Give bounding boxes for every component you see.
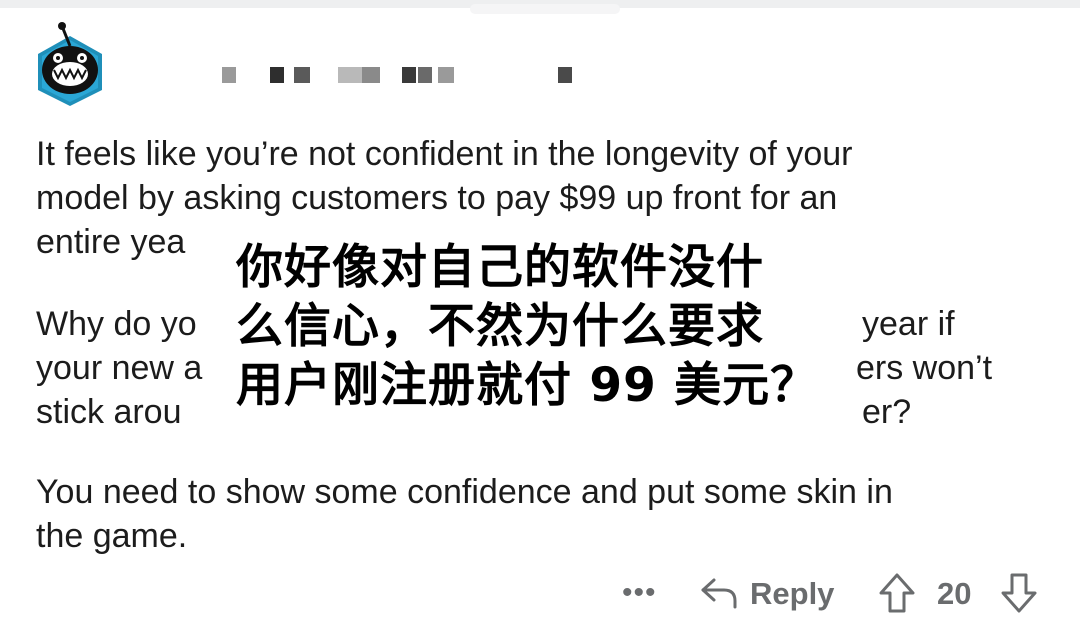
comment-paragraph-3: You need to show some confidence and put… [36, 470, 893, 558]
comment-actions: ••• Reply 20 [0, 568, 1080, 624]
comment-line: model by asking customers to pay $99 up … [36, 179, 838, 217]
caption-line: 你好像对自己的软件没什 [236, 240, 764, 295]
upvote-icon[interactable] [878, 572, 916, 614]
comment-line: You need to show some confidence and put… [36, 473, 893, 511]
comment-line-start: your new a [36, 349, 203, 387]
reply-button[interactable]: Reply [750, 576, 834, 612]
more-icon[interactable]: ••• [622, 576, 657, 610]
comment-line-end: year if [862, 305, 955, 343]
comment-line: stick arou er? [36, 390, 911, 434]
downvote-icon[interactable] [1000, 572, 1038, 614]
caption-line: 用户刚注册就付 99 美元？ [236, 358, 819, 413]
top-bar [0, 0, 1080, 14]
comment-line-start: stick arou [36, 393, 182, 431]
comment-line-end: ers won’t [856, 349, 993, 387]
comment-line-start: Why do yo [36, 305, 197, 343]
username-redacted[interactable] [138, 67, 578, 83]
comment-line: Why do yo year if [36, 302, 955, 346]
avatar-icon[interactable] [32, 20, 108, 106]
comment-line: It feels like you’re not confident in th… [36, 135, 853, 173]
reply-arrow-icon[interactable] [700, 576, 738, 610]
comment-line: your new a ers won’t [36, 346, 992, 390]
comment-paragraph-2: Why do yo year if your new a ers won’t sti… [36, 302, 992, 434]
comment-line: the game. [36, 517, 188, 555]
vote-score: 20 [937, 576, 972, 611]
caption-overlay: 你好像对自己的软件没什 么信心，不然为什么要求 用户刚注册就付 99 美元？ [236, 238, 836, 415]
top-bar-pill [470, 4, 620, 14]
caption-line: 么信心，不然为什么要求 [236, 299, 764, 354]
comment-line-end: er? [862, 393, 912, 431]
